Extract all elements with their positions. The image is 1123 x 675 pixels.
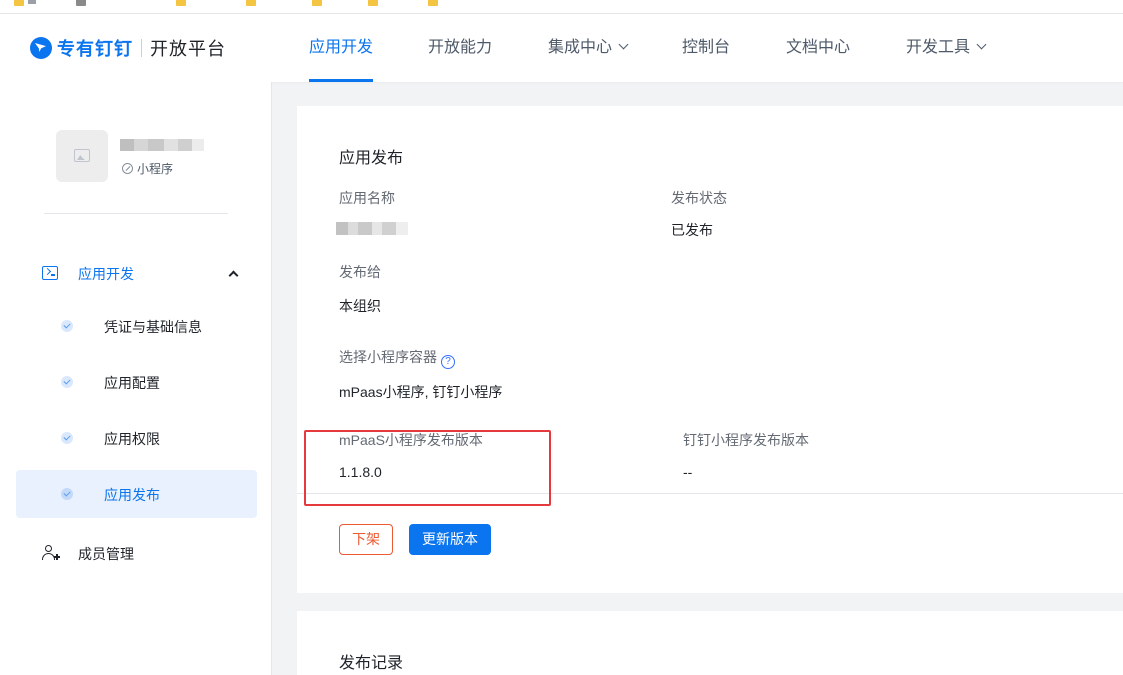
nav-item-open-capabilities[interactable]: 开放能力 [428,14,492,82]
nav-item-integration-center[interactable]: 集成中心 [548,14,629,82]
sidebar-item-label: 凭证与基础信息 [104,319,202,335]
dingtalk-version-label: 钉钉小程序发布版本 [683,432,809,448]
check-circle-icon [61,432,73,444]
chevron-up-icon[interactable] [228,270,239,281]
sidebar-divider [44,213,228,214]
bookmarks-bar [0,0,1123,14]
nav-item-label: 应用开发 [309,39,374,56]
terminal-icon [42,266,58,280]
bookmark-folder-icon[interactable] [428,0,438,6]
offline-button[interactable]: 下架 [339,524,393,555]
annotation-highlight-box [304,430,551,506]
help-icon[interactable]: ? [441,355,455,369]
logo[interactable]: 专有钉钉 开放平台 [30,36,226,60]
bookmark-folder-icon[interactable] [76,0,86,6]
nav-item-label: 开放能力 [428,39,493,56]
nav-item-label: 开发工具 [906,39,971,56]
sidebar-group-app-dev[interactable]: 应用开发 [0,256,272,292]
app-avatar [56,130,108,182]
nav-item-docs[interactable]: 文档中心 [786,14,850,82]
sidebar-item-label: 应用权限 [104,431,160,447]
dingtalk-version-value: -- [683,464,693,480]
bookmark-folder-icon[interactable] [312,0,322,6]
sidebar-item-label: 成员管理 [78,546,134,562]
publish-to-value: 本组织 [339,298,381,314]
sidebar-group-label: 应用开发 [78,266,134,282]
bookmark-item[interactable] [28,0,36,4]
sidebar-item-app-permissions[interactable]: 应用权限 [16,414,257,462]
sidebar-item-app-config[interactable]: 应用配置 [16,358,257,406]
sidebar-item-label: 应用配置 [104,375,160,391]
section-title: 发布记录 [339,655,404,672]
check-circle-icon [61,320,73,332]
container-label: 选择小程序容器? [339,347,455,369]
nav-item-dev-tools[interactable]: 开发工具 [906,14,987,82]
bookmark-folder-icon[interactable] [14,0,24,6]
app-type: 小程序 [122,160,173,177]
app-name-value-redacted [336,222,408,235]
bookmark-folder-icon[interactable] [368,0,378,6]
publish-records-card: 发布记录 [297,611,1123,675]
bookmark-folder-icon[interactable] [246,0,256,6]
mini-program-icon [122,163,133,174]
check-circle-icon [61,488,73,500]
sidebar-item-app-publish[interactable]: 应用发布 [16,470,257,518]
sidebar-item-credentials[interactable]: 凭证与基础信息 [16,302,257,350]
chevron-down-icon [976,39,987,50]
sidebar: 小程序 应用开发 凭证与基础信息 应用配置 应用权限 应用发布 成员管理 [0,82,272,675]
publish-status-value: 已发布 [671,222,713,238]
container-label-text: 选择小程序容器 [339,349,437,365]
container-value: mPaas小程序, 钉钉小程序 [339,384,503,400]
nav-item-console[interactable]: 控制台 [682,14,730,82]
person-add-icon [42,545,60,563]
nav-item-label: 控制台 [682,39,731,56]
chevron-down-icon [618,39,629,50]
app-name-redacted [120,139,204,151]
active-tab-indicator [309,79,374,82]
publish-status-label: 发布状态 [671,190,727,206]
section-title: 应用发布 [339,150,404,167]
app-type-label: 小程序 [137,162,174,176]
image-placeholder-icon [74,149,90,162]
nav-item-label: 文档中心 [786,39,851,56]
top-nav: 专有钉钉 开放平台 应用开发 开放能力 集成中心 控制台 文档中心 开发工具 [0,14,1123,82]
brand-name: 专有钉钉 [57,39,133,59]
nav-item-app-dev[interactable]: 应用开发 [309,14,374,82]
check-circle-icon [61,376,73,388]
publish-card: 应用发布 应用名称 发布状态 已发布 发布给 本组织 选择小程序容器? mPaa… [297,106,1123,593]
nav-item-label: 集成中心 [548,39,613,56]
sidebar-item-members[interactable]: 成员管理 [0,536,272,572]
update-version-button[interactable]: 更新版本 [409,524,491,555]
bookmark-folder-icon[interactable] [176,0,186,6]
app-name-label: 应用名称 [339,190,395,206]
logo-divider [141,39,142,57]
publish-to-label: 发布给 [339,264,381,280]
platform-name: 开放平台 [150,39,226,59]
dingtalk-logo-icon [30,37,52,59]
sidebar-item-label: 应用发布 [104,487,160,503]
